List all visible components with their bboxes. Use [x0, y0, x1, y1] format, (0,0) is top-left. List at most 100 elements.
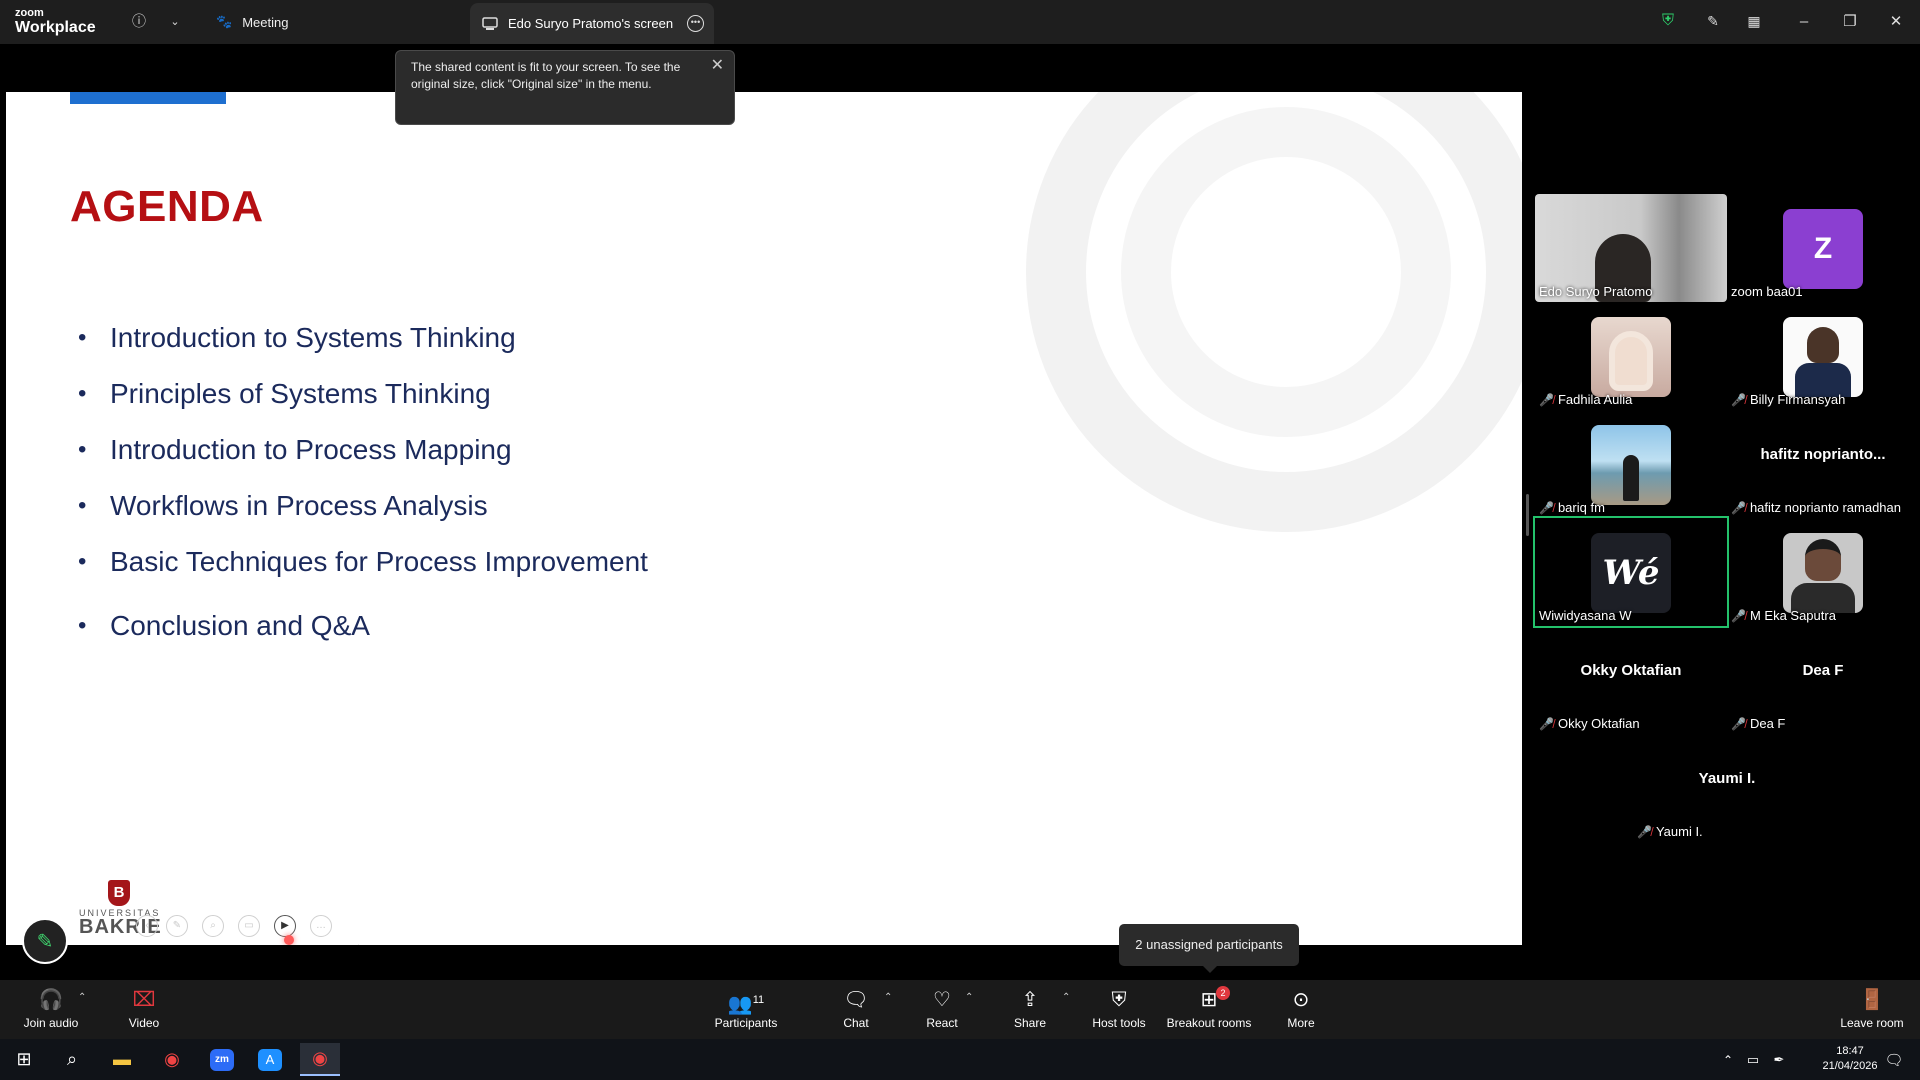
chevron-up-icon[interactable]: ⌃	[884, 992, 892, 1003]
participant-name: Fadhila Aulia	[1557, 392, 1633, 407]
video-label: Video	[128, 1016, 160, 1030]
windows-start-icon[interactable]: ⊞	[4, 1043, 44, 1076]
avatar-initial: Z	[1783, 209, 1863, 289]
restore-button[interactable]: ❐	[1838, 10, 1862, 34]
zoom-workplace-logo: zoom Workplace	[15, 8, 96, 36]
agenda-item: Basic Techniques for Process Improvement	[78, 546, 648, 602]
video-button[interactable]: ⌧ Video	[120, 988, 168, 1036]
mic-muted-icon: 🎤̸	[1731, 500, 1746, 515]
chevron-up-icon[interactable]: ⌃	[965, 992, 973, 1003]
react-button[interactable]: ♡ React	[922, 988, 962, 1036]
chrome-active-icon[interactable]: ◉	[300, 1043, 340, 1076]
shield-icon: ⛨	[1111, 989, 1127, 1011]
participant-tile[interactable]: hafitz noprianto... 🎤̸ hafitz noprianto r…	[1727, 410, 1919, 518]
breakout-rooms-icon: ⊞	[1200, 989, 1218, 1011]
participant-tile[interactable]: 🎤̸ Fadhila Aulia	[1535, 302, 1727, 410]
zoom-taskbar-icon[interactable]: zm	[202, 1043, 242, 1076]
slide-camera-icon[interactable]: ▶	[274, 915, 296, 937]
participant-tile[interactable]: Okky Oktafian 🎤̸ Okky Oktafian	[1535, 626, 1727, 734]
participant-tile[interactable]: 🎤̸ bariq fm	[1535, 410, 1727, 518]
info-icon[interactable]: ⓘ	[128, 10, 150, 32]
headphones-icon: 🎧	[38, 989, 64, 1011]
participants-button[interactable]: 👥11 Participants	[710, 988, 782, 1036]
share-button[interactable]: ⇪ Share	[1011, 988, 1049, 1036]
participant-display-name: Dea F	[1802, 662, 1844, 679]
slide-pen-icon[interactable]: ✎	[166, 915, 188, 937]
mic-muted-icon: 🎤̸	[1539, 392, 1554, 407]
slide-title: AGENDA	[70, 182, 264, 231]
annotate-pen-button[interactable]: ✎	[22, 918, 68, 964]
search-icon[interactable]: ⌕	[52, 1043, 92, 1076]
close-window-button[interactable]: ✕	[1884, 10, 1908, 34]
share-screen-icon: ⇪	[1021, 989, 1039, 1011]
participant-tile[interactable]: Z zoom baa01	[1727, 194, 1919, 302]
participant-display-name: hafitz noprianto...	[1760, 446, 1886, 463]
more-options-icon[interactable]: •••	[687, 15, 704, 32]
annotate-pencil-icon[interactable]: ✎	[1702, 10, 1724, 32]
mic-muted-icon: 🎤̸	[1637, 824, 1652, 839]
participant-tile[interactable]: Edo Suryo Pratomo	[1535, 194, 1727, 302]
participant-tile[interactable]: 🎤̸ M Eka Saputra	[1727, 518, 1919, 626]
participant-tile[interactable]: 🎤̸ Billy Firmansyah	[1727, 302, 1919, 410]
slide-accent-bar	[70, 92, 226, 104]
brand-small: zoom	[15, 7, 44, 19]
fit-screen-notification: The shared content is fit to your screen…	[395, 50, 735, 125]
tab-meeting[interactable]: 🐾 Meeting	[216, 10, 288, 34]
participant-tile-active-speaker[interactable]: Wé Wiwidyasana W	[1533, 516, 1729, 628]
close-icon[interactable]: ✕	[711, 57, 724, 74]
windows-taskbar: ⊞ ⌕ ▬ ◉ zm A ◉ ⌃ ▭ ✒ 18:47 21/04/2026 🗨	[0, 1039, 1920, 1080]
breakout-badge: 2	[1216, 986, 1230, 1000]
host-tools-label: Host tools	[1092, 1016, 1146, 1030]
university-shield-icon: B	[108, 880, 130, 906]
screen-share-icon	[482, 16, 498, 30]
breakout-rooms-label: Breakout rooms	[1166, 1016, 1252, 1030]
participant-name: Dea F	[1749, 716, 1786, 731]
participant-tile[interactable]: Yaumi I. 🎤̸ Yaumi I.	[1631, 734, 1823, 842]
avatar	[1591, 425, 1671, 505]
avatar-person	[1623, 455, 1639, 501]
meeting-toolbar: 🎧 Join audio ⌃ ⌧ Video 👥11 Participants …	[0, 980, 1920, 1039]
slide-more-icon[interactable]: …	[310, 915, 332, 937]
avatar	[1783, 317, 1863, 397]
chevron-down-icon[interactable]: ⌄	[164, 10, 186, 32]
participants-icon: 👥11	[727, 993, 765, 1016]
gallery-scrollbar[interactable]	[1526, 494, 1529, 536]
participant-name: M Eka Saputra	[1749, 608, 1836, 623]
chat-button[interactable]: 🗨 Chat	[836, 988, 876, 1036]
title-bar: zoom Workplace ⓘ ⌄ 🐾 Meeting Edo Suryo P…	[0, 0, 1920, 44]
leave-room-label: Leave room	[1840, 1016, 1904, 1030]
leave-room-button[interactable]: 🚪 Leave room	[1838, 988, 1906, 1036]
minimize-button[interactable]: –	[1792, 10, 1816, 34]
security-shield-icon[interactable]: ⛨	[1657, 10, 1679, 32]
breakout-rooms-button[interactable]: ⊞ 2 Breakout rooms	[1164, 986, 1254, 1036]
more-button[interactable]: ⊙ More	[1282, 988, 1320, 1036]
tab-shared-screen[interactable]: Edo Suryo Pratomo's screen •••	[470, 3, 714, 44]
join-audio-label: Join audio	[23, 1016, 79, 1030]
chevron-up-icon[interactable]: ⌃	[1062, 992, 1070, 1003]
more-label: More	[1287, 1016, 1315, 1030]
mic-muted-icon: 🎤̸	[1731, 608, 1746, 623]
tray-expand-icon[interactable]: ⌃	[1718, 1043, 1738, 1076]
agenda-list: Introduction to Systems Thinking Princip…	[78, 322, 648, 666]
file-explorer-icon[interactable]: ▬	[102, 1043, 142, 1076]
slide-zoom-icon[interactable]: ⌕	[202, 915, 224, 937]
chevron-up-icon[interactable]: ⌃	[78, 992, 86, 1003]
share-label: Share	[1013, 1016, 1047, 1030]
join-audio-button[interactable]: 🎧 Join audio	[20, 988, 82, 1036]
slide-nav-prev-icon[interactable]: ‹	[136, 915, 158, 937]
mic-muted-icon: 🎤̸	[1731, 716, 1746, 731]
unassigned-participants-tooltip: 2 unassigned participants	[1119, 924, 1299, 973]
participant-tile[interactable]: Dea F 🎤̸ Dea F	[1727, 626, 1919, 734]
mic-muted-icon: 🎤̸	[1731, 392, 1746, 407]
app-store-icon[interactable]: A	[250, 1043, 290, 1076]
network-icon[interactable]: ▭	[1742, 1043, 1764, 1076]
notifications-icon[interactable]: 🗨	[1874, 1043, 1914, 1076]
pen-tray-icon[interactable]: ✒	[1768, 1043, 1790, 1076]
host-tools-button[interactable]: ⛨ Host tools	[1088, 988, 1150, 1036]
participant-name: zoom baa01	[1731, 284, 1803, 299]
slide-subtitles-icon[interactable]: ▭	[238, 915, 260, 937]
meeting-paw-icon: 🐾	[216, 14, 233, 29]
view-layout-icon[interactable]: ▦	[1743, 10, 1765, 32]
chrome-icon[interactable]: ◉	[152, 1043, 192, 1076]
avatar-face	[1609, 331, 1653, 391]
